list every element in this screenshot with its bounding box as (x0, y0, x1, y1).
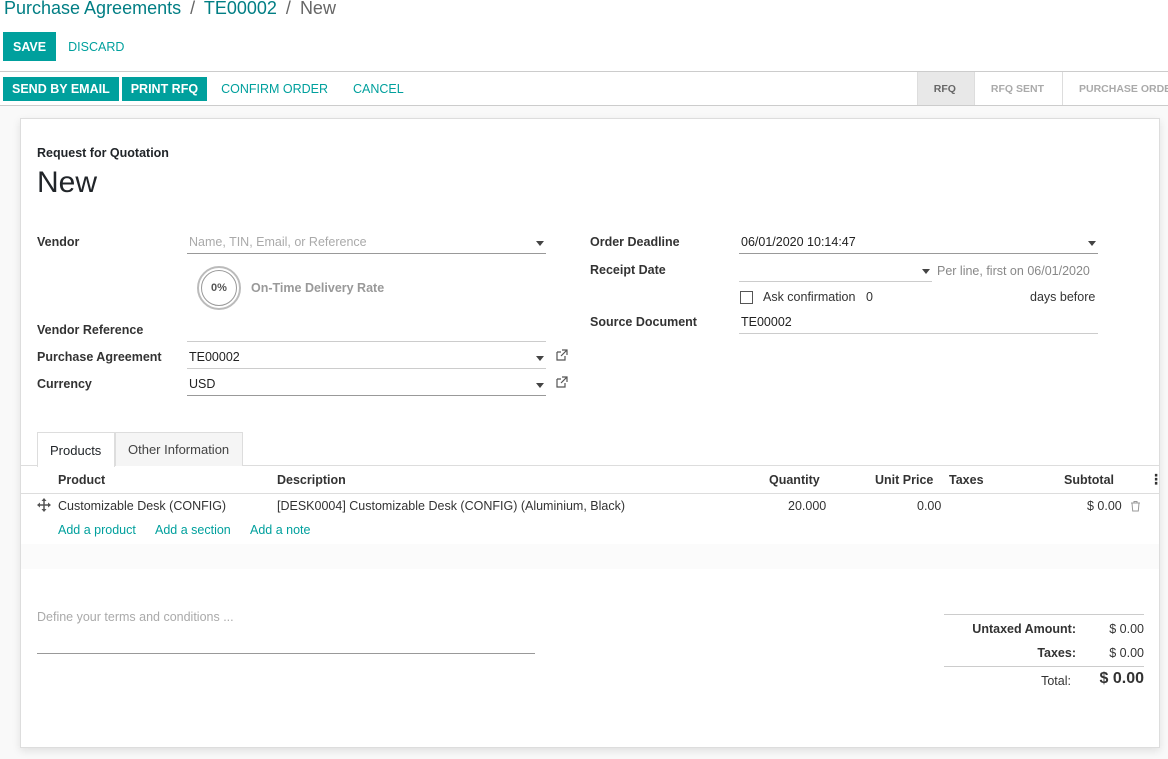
source-document-field[interactable]: TE00002 (739, 312, 1098, 334)
on-time-delivery-rate[interactable]: 0% On-Time Delivery Rate (197, 266, 384, 310)
source-document-label: Source Document (590, 315, 697, 329)
form-buttons: SAVE DISCARD (3, 32, 132, 61)
add-section-link[interactable]: Add a section (155, 523, 231, 537)
stage-pipeline: RFQ RFQ SENT PURCHASE ORDER (916, 72, 1168, 105)
empty-row (21, 544, 1159, 569)
column-description[interactable]: Description (277, 473, 346, 487)
row-subtotal: $ 0.00 (1087, 499, 1122, 513)
vendor-reference-label: Vendor Reference (37, 323, 144, 337)
cancel-button[interactable]: CANCEL (342, 77, 415, 101)
rate-value: 0% (201, 270, 237, 306)
breadcrumb-purchase-agreements[interactable]: Purchase Agreements (4, 0, 181, 18)
stage-purchase-order: PURCHASE ORDER (1062, 72, 1168, 105)
column-options-icon[interactable]: ⋮ (1149, 471, 1163, 488)
totals-divider (944, 666, 1144, 667)
breadcrumb-agreement[interactable]: TE00002 (204, 0, 277, 18)
untaxed-amount-label: Untaxed Amount: (972, 622, 1076, 636)
print-rfq-button[interactable]: PRINT RFQ (121, 77, 208, 101)
external-link-icon[interactable] (555, 349, 568, 365)
untaxed-amount-value: $ 0.00 (1109, 622, 1144, 636)
chevron-down-icon (922, 269, 930, 274)
taxes-label: Taxes: (1037, 646, 1076, 660)
ask-confirmation-days[interactable]: 0 (866, 290, 873, 304)
receipt-date-field[interactable] (739, 260, 932, 282)
ask-confirmation-suffix: days before (1030, 290, 1096, 304)
tab-other-information[interactable]: Other Information (115, 432, 243, 466)
breadcrumb: Purchase Agreements / TE00002 / New (4, 0, 336, 19)
order-deadline-label: Order Deadline (590, 235, 680, 249)
ask-confirmation-checkbox[interactable] (740, 291, 753, 304)
form-sheet: Request for Quotation New Vendor Name, T… (20, 118, 1163, 748)
purchase-agreement-label: Purchase Agreement (37, 350, 162, 364)
total-value: $ 0.00 (1099, 670, 1144, 687)
statusbar-actions: SEND BY EMAIL PRINT RFQ CONFIRM ORDER CA… (3, 77, 415, 101)
drag-handle-icon[interactable] (37, 498, 51, 515)
stage-rfq: RFQ (916, 72, 974, 105)
total-label: Total: (1041, 674, 1071, 688)
chevron-down-icon (1088, 241, 1096, 246)
table-header: Product Description Quantity Unit Price … (21, 466, 1163, 494)
order-deadline-value: 06/01/2020 10:14:47 (741, 235, 856, 249)
totals-divider (944, 614, 1144, 615)
discard-button[interactable]: DISCARD (60, 32, 132, 61)
vendor-label: Vendor (37, 235, 80, 249)
column-quantity[interactable]: Quantity (769, 473, 820, 487)
chevron-down-icon (536, 356, 544, 361)
external-link-icon[interactable] (555, 376, 568, 392)
chevron-down-icon (536, 383, 544, 388)
chevron-down-icon (536, 241, 544, 246)
rate-circle-icon: 0% (197, 266, 241, 310)
currency-field[interactable]: USD (187, 374, 546, 396)
currency-value: USD (189, 377, 216, 391)
add-line-row: Add a product Add a section Add a note (21, 520, 1159, 544)
confirm-order-button[interactable]: CONFIRM ORDER (210, 77, 339, 101)
add-product-link[interactable]: Add a product (58, 523, 136, 537)
order-deadline-field[interactable]: 06/01/2020 10:14:47 (739, 232, 1098, 254)
purchase-agreement-field[interactable]: TE00002 (187, 347, 546, 369)
page-title: New (37, 166, 98, 199)
vendor-field[interactable]: Name, TIN, Email, or Reference (187, 232, 546, 254)
column-taxes[interactable]: Taxes (949, 473, 984, 487)
vendor-reference-field[interactable] (187, 320, 546, 342)
purchase-agreement-value: TE00002 (189, 350, 240, 364)
statusbar: SEND BY EMAIL PRINT RFQ CONFIRM ORDER CA… (0, 71, 1168, 106)
breadcrumb-separator: / (285, 0, 291, 18)
add-note-link[interactable]: Add a note (250, 523, 310, 537)
ask-confirmation-label: Ask confirmation (763, 290, 856, 304)
receipt-date-hint: Per line, first on 06/01/2020 (937, 264, 1090, 278)
save-button[interactable]: SAVE (3, 32, 57, 61)
currency-label: Currency (37, 377, 92, 391)
row-description[interactable]: [DESK0004] Customizable Desk (CONFIG) (A… (277, 499, 625, 513)
tab-products[interactable]: Products (37, 432, 115, 467)
send-by-email-button[interactable]: SEND BY EMAIL (3, 77, 119, 101)
taxes-value: $ 0.00 (1109, 646, 1144, 660)
row-quantity[interactable]: 20.000 (788, 499, 826, 513)
stage-rfq-sent: RFQ SENT (973, 72, 1062, 105)
receipt-date-label: Receipt Date (590, 263, 666, 277)
trash-icon[interactable] (1130, 500, 1141, 515)
rate-label: On-Time Delivery Rate (251, 281, 385, 295)
row-product[interactable]: Customizable Desk (CONFIG) (58, 499, 226, 513)
notebook-tabs: Products Other Information (21, 432, 1159, 467)
row-unit-price[interactable]: 0.00 (917, 499, 941, 513)
column-unit-price[interactable]: Unit Price (875, 473, 933, 487)
table-row[interactable]: Customizable Desk (CONFIG) [DESK0004] Cu… (21, 494, 1159, 520)
document-type: Request for Quotation (37, 146, 169, 160)
breadcrumb-current: New (299, 0, 336, 18)
terms-and-conditions-field[interactable]: Define your terms and conditions ... (37, 600, 535, 654)
column-product[interactable]: Product (58, 473, 105, 487)
column-subtotal[interactable]: Subtotal (1064, 473, 1114, 487)
breadcrumb-separator: / (190, 0, 196, 18)
vendor-placeholder: Name, TIN, Email, or Reference (189, 235, 367, 249)
